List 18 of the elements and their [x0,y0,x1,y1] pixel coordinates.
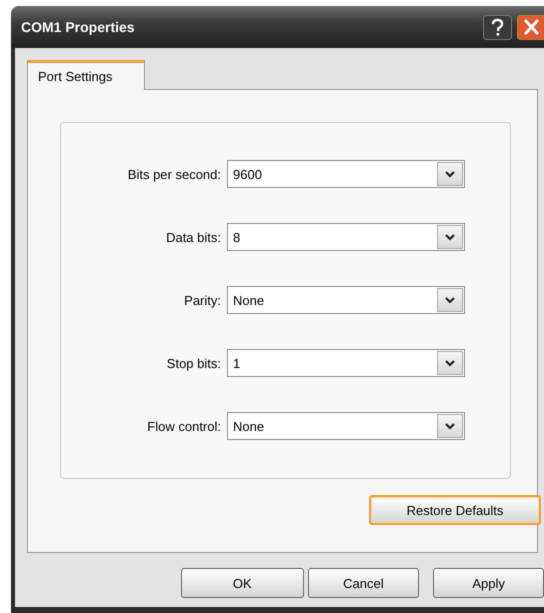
window-title: COM1 Properties [21,19,136,35]
dialog-button[interactable]: Apply [433,568,544,598]
dialog-button[interactable]: Cancel [308,568,420,598]
field-label: Parity: [183,292,222,308]
dropdown[interactable]: None [227,412,465,440]
tab[interactable]: Port Settings [27,60,145,90]
field-label: Flow control: [146,418,222,434]
restore-defaults-button[interactable]: Restore Defaults [369,495,541,525]
dropdown[interactable]: None [227,286,465,314]
dropdown[interactable]: 9600 [227,160,465,188]
field-label: Data bits: [165,230,222,244]
help-button[interactable] [483,14,512,40]
close-button[interactable] [517,14,544,40]
dropdown[interactable]: 1 [227,349,465,377]
dialog-button[interactable]: OK [181,568,304,598]
field-label: Bits per second: [126,166,222,182]
field-label: Stop bits: [166,356,222,370]
dropdown[interactable]: 8 [227,223,465,251]
